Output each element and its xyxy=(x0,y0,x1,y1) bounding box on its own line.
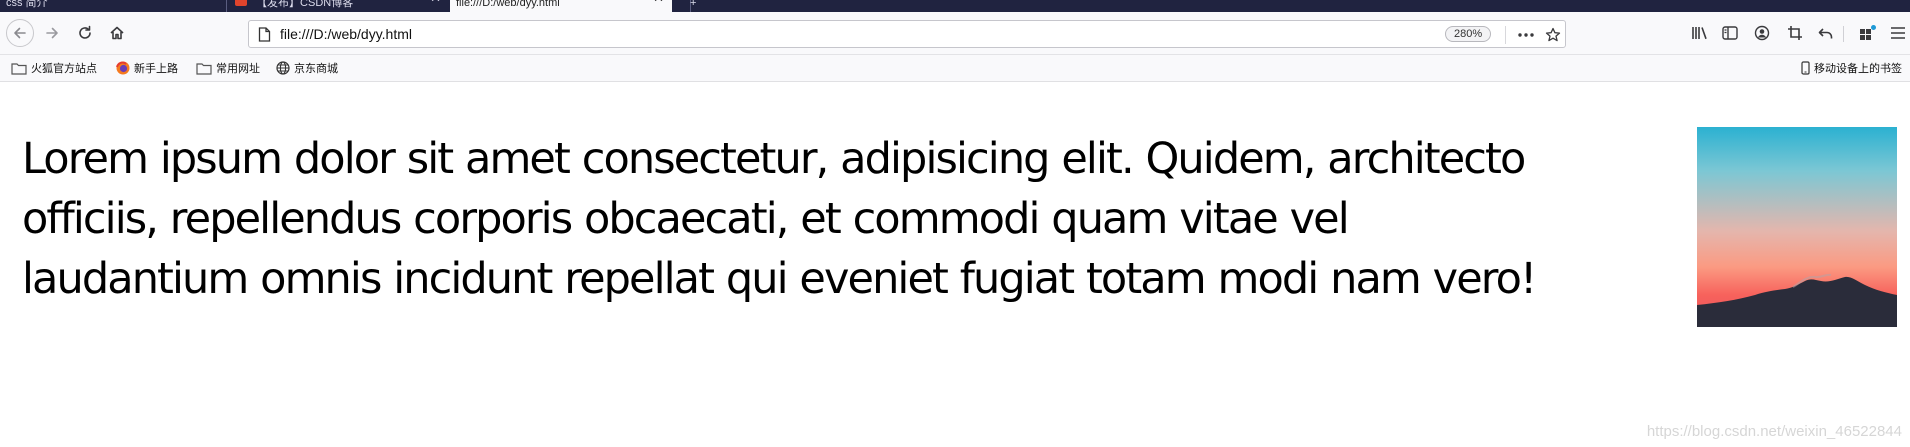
tab-dyy-html[interactable]: file:///D:/web/dyy.html ✕ xyxy=(450,0,672,12)
tab-title: file:///D:/web/dyy.html xyxy=(456,0,560,9)
tab-css-intro[interactable]: css 简介 xyxy=(0,0,225,12)
home-icon xyxy=(110,26,124,40)
bookmark-star-button[interactable] xyxy=(1542,25,1564,45)
bookmarks-toolbar: 火狐官方站点 新手上路 常用网址 京东商城 移动设备上的书签 xyxy=(0,55,1910,82)
bookmark-label: 新手上路 xyxy=(134,62,178,75)
undo-button[interactable] xyxy=(1814,21,1838,45)
url-text[interactable]: file:///D:/web/dyy.html xyxy=(280,21,412,47)
more-icon xyxy=(1518,33,1534,37)
bookmark-getting-started[interactable]: 新手上路 xyxy=(116,58,178,78)
sidebar-icon xyxy=(1722,26,1738,40)
forward-button[interactable] xyxy=(38,19,66,47)
bookmark-label: 京东商城 xyxy=(294,62,338,75)
bookmark-firefox-official[interactable]: 火狐官方站点 xyxy=(11,58,97,78)
sidebar-button[interactable] xyxy=(1718,21,1742,45)
undo-icon xyxy=(1818,28,1833,39)
csdn-icon xyxy=(235,0,247,6)
url-divider xyxy=(1505,26,1506,44)
tab-strip: css 简介 【发布】CSDN博客 ✕ file:///D:/web/dyy.h… xyxy=(0,0,1910,12)
bookmark-label: 常用网址 xyxy=(216,62,260,75)
page-icon xyxy=(258,27,271,42)
screenshot-button[interactable] xyxy=(1783,21,1807,45)
lorem-paragraph: Lorem ipsum dolor sit amet consectetur, … xyxy=(22,129,1694,309)
paragraph-line: Lorem ipsum dolor sit amet consectetur, … xyxy=(22,134,1526,184)
tab-title: css 简介 xyxy=(6,0,48,9)
mobile-device-icon xyxy=(1801,61,1810,75)
account-button[interactable] xyxy=(1750,21,1774,45)
navigation-toolbar: file:///D:/web/dyy.html 280% xyxy=(0,12,1910,55)
library-button[interactable] xyxy=(1688,21,1712,45)
sunset-image xyxy=(1697,127,1897,327)
folder-icon xyxy=(11,62,27,75)
page-actions-button[interactable] xyxy=(1515,25,1537,45)
url-bar[interactable]: file:///D:/web/dyy.html 280% xyxy=(248,20,1566,48)
close-icon[interactable]: ✕ xyxy=(430,0,441,4)
bookmark-label: 火狐官方站点 xyxy=(31,62,97,75)
close-icon[interactable]: ✕ xyxy=(653,0,664,4)
folder-icon xyxy=(196,62,212,75)
csdn-watermark: https://blog.csdn.net/weixin_46522844 xyxy=(1646,423,1902,440)
bookmark-label: 移动设备上的书签 xyxy=(1814,62,1902,75)
page-content: Lorem ipsum dolor sit amet consectetur, … xyxy=(0,82,1910,447)
menu-button[interactable] xyxy=(1886,21,1910,45)
paragraph-line: laudantium omnis incidunt repellat qui e… xyxy=(22,254,1537,304)
extensions-button[interactable] xyxy=(1856,21,1880,45)
mountain-silhouette xyxy=(1697,273,1897,327)
zoom-level-badge[interactable]: 280% xyxy=(1445,26,1492,42)
forward-icon xyxy=(46,27,58,39)
bookmark-common-sites[interactable]: 常用网址 xyxy=(196,58,260,78)
home-button[interactable] xyxy=(103,19,131,47)
menu-icon xyxy=(1891,27,1905,39)
back-icon xyxy=(14,27,26,39)
bookmark-jd-mall[interactable]: 京东商城 xyxy=(276,58,338,78)
firefox-icon xyxy=(116,61,130,75)
new-tab-button[interactable]: + xyxy=(686,0,706,12)
plus-icon: + xyxy=(690,0,697,9)
mobile-bookmarks[interactable]: 移动设备上的书签 xyxy=(1801,58,1902,78)
reload-button[interactable] xyxy=(71,19,99,47)
globe-icon xyxy=(276,61,290,75)
tab-csdn-blog[interactable]: 【发布】CSDN博客 ✕ xyxy=(227,0,449,12)
library-icon xyxy=(1692,27,1707,40)
tab-title: 【发布】CSDN博客 xyxy=(256,0,354,9)
account-icon xyxy=(1754,25,1770,41)
toolbar-divider xyxy=(1843,26,1844,42)
star-icon xyxy=(1545,27,1561,42)
back-button[interactable] xyxy=(6,19,34,47)
extensions-icon xyxy=(1860,25,1876,40)
paragraph-line: officiis, repellendus corporis obcaecati… xyxy=(22,194,1350,244)
screenshot-icon xyxy=(1788,26,1802,40)
reload-icon xyxy=(79,25,91,39)
